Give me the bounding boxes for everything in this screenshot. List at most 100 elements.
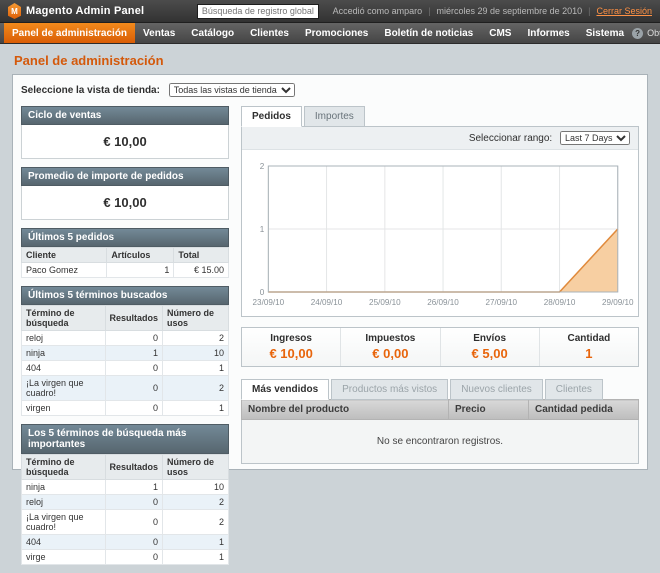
store-view-select[interactable]: Todas las vistas de tienda <box>169 83 295 97</box>
store-view-switcher: Seleccione la vista de tienda: Todas las… <box>21 83 639 97</box>
top-header: M Magento Admin Panel Accedió como ampar… <box>0 0 660 23</box>
total-value: € 10,00 <box>246 346 336 361</box>
column-header: Artículos <box>107 248 174 263</box>
last-orders-block: Últimos 5 pedidos Cliente Artículos Tota… <box>21 228 229 278</box>
svg-text:29/09/10: 29/09/10 <box>602 298 634 307</box>
column-header: Nombre del producto <box>242 400 449 420</box>
table-row[interactable]: reloj 0 2 <box>22 495 229 510</box>
total-envios: Envíos € 5,00 <box>440 328 539 366</box>
nav-item-newsletter[interactable]: Boletín de noticias <box>376 23 481 43</box>
top-search-terms-block: Los 5 términos de búsqueda más important… <box>21 424 229 565</box>
magento-logo-icon: M <box>8 3 21 19</box>
tab-pedidos[interactable]: Pedidos <box>241 106 302 127</box>
cell: 404 <box>22 361 106 376</box>
magento-logo: M Magento Admin Panel <box>8 3 183 19</box>
empty-message: No se encontraron registros. <box>242 420 639 464</box>
total-label: Envíos <box>445 333 535 344</box>
total-value: € 0,00 <box>345 346 435 361</box>
page-title: Panel de administración <box>14 53 646 68</box>
table-row[interactable]: 404 0 1 <box>22 361 229 376</box>
table-row[interactable]: ¡La virgen que cuadro! 0 2 <box>22 510 229 535</box>
store-view-label: Seleccione la vista de tienda: <box>21 85 160 96</box>
cell: 0 <box>105 535 163 550</box>
table-row[interactable]: virgen 0 1 <box>22 401 229 416</box>
total-cantidad: Cantidad 1 <box>539 328 638 366</box>
app-title: Magento Admin Panel <box>26 5 144 17</box>
table-row[interactable]: ninja 1 10 <box>22 346 229 361</box>
column-header: Total <box>174 248 229 263</box>
cell: 2 <box>163 495 229 510</box>
last-search-terms-table: Término de búsqueda Resultados Número de… <box>21 305 229 416</box>
cell: Paco Gomez <box>22 263 107 278</box>
left-column: Ciclo de ventas € 10,00 Promedio de impo… <box>21 106 229 573</box>
svg-text:1: 1 <box>260 225 265 234</box>
table-row[interactable]: 404 0 1 <box>22 535 229 550</box>
cell: 1 <box>105 346 163 361</box>
range-select[interactable]: Last 7 Days <box>560 131 630 145</box>
tab-nuevos-clientes[interactable]: Nuevos clientes <box>450 379 543 400</box>
last-orders-table: Cliente Artículos Total Paco Gomez 1 € 1… <box>21 247 229 278</box>
table-row[interactable]: ¡La virgen que cuadro! 0 2 <box>22 376 229 401</box>
column-header: Número de usos <box>163 455 229 480</box>
nav-item-system[interactable]: Sistema <box>578 23 632 43</box>
last-search-terms-block: Últimos 5 términos buscados Término de b… <box>21 286 229 416</box>
nav-item-dashboard[interactable]: Panel de administración <box>4 23 135 43</box>
cell: 0 <box>105 550 163 565</box>
tab-productos-mas-vistos[interactable]: Productos más vistos <box>331 379 448 400</box>
total-label: Impuestos <box>345 333 435 344</box>
orders-area-chart: 01223/09/1024/09/1025/09/1026/09/1027/09… <box>242 150 638 316</box>
tab-mas-vendidos[interactable]: Más vendidos <box>241 379 329 400</box>
global-search <box>183 4 333 19</box>
cell: ¡La virgen que cuadro! <box>22 376 106 401</box>
nav-item-catalog[interactable]: Catálogo <box>183 23 242 43</box>
total-label: Cantidad <box>544 333 634 344</box>
cell: 0 <box>105 376 163 401</box>
range-bar: Seleccionar rango: Last 7 Days <box>242 127 638 150</box>
column-header: Cantidad pedida <box>529 400 639 420</box>
block-title: Últimos 5 términos buscados <box>21 286 229 305</box>
column-header: Número de usos <box>163 306 229 331</box>
table-row[interactable]: virge 0 1 <box>22 550 229 565</box>
cell: 0 <box>105 401 163 416</box>
cell: 2 <box>163 331 229 346</box>
page-help-link[interactable]: ? Obtener ayuda para esta página <box>632 23 660 43</box>
cell: reloj <box>22 495 106 510</box>
lifetime-sales-block: Ciclo de ventas € 10,00 <box>21 106 229 159</box>
tab-clientes[interactable]: Clientes <box>545 379 603 400</box>
nav-item-reports[interactable]: Informes <box>519 23 577 43</box>
global-search-input[interactable] <box>197 4 319 19</box>
table-row[interactable]: reloj 0 2 <box>22 331 229 346</box>
right-column: Pedidos Importes Seleccionar rango: Last… <box>241 106 639 573</box>
svg-text:0: 0 <box>260 288 265 297</box>
dashboard-panel: Seleccione la vista de tienda: Todas las… <box>12 74 648 470</box>
svg-text:23/09/10: 23/09/10 <box>253 298 285 307</box>
main-nav: Panel de administración Ventas Catálogo … <box>0 23 660 44</box>
total-label: Ingresos <box>246 333 336 344</box>
nav-item-promotions[interactable]: Promociones <box>297 23 376 43</box>
average-orders-block: Promedio de importe de pedidos € 10,00 <box>21 167 229 220</box>
svg-text:27/09/10: 27/09/10 <box>485 298 517 307</box>
table-row[interactable]: ninja 1 10 <box>22 480 229 495</box>
cell: ¡La virgen que cuadro! <box>22 510 106 535</box>
block-title: Últimos 5 pedidos <box>21 228 229 247</box>
empty-row: No se encontraron registros. <box>242 420 639 464</box>
column-header: Término de búsqueda <box>22 455 106 480</box>
session-info: Accedió como amparo | miércoles 29 de se… <box>333 6 652 16</box>
logout-link[interactable]: Cerrar Sesión <box>596 6 652 16</box>
svg-text:26/09/10: 26/09/10 <box>427 298 459 307</box>
bestsellers-tabs: Más vendidos Productos más vistos Nuevos… <box>241 379 639 399</box>
column-header: Precio <box>449 400 529 420</box>
cell: 404 <box>22 535 106 550</box>
nav-item-sales[interactable]: Ventas <box>135 23 183 43</box>
table-row[interactable]: Paco Gomez 1 € 15.00 <box>22 263 229 278</box>
logged-in-as: Accedió como amparo <box>333 6 423 16</box>
totals-bar: Ingresos € 10,00 Impuestos € 0,00 Envíos… <box>241 327 639 367</box>
nav-item-cms[interactable]: CMS <box>481 23 519 43</box>
cell: 0 <box>105 510 163 535</box>
lifetime-sales-value: € 10,00 <box>21 125 229 159</box>
cell: 0 <box>105 495 163 510</box>
current-date: miércoles 29 de septiembre de 2010 <box>437 6 583 16</box>
tab-importes[interactable]: Importes <box>304 106 365 127</box>
nav-item-customers[interactable]: Clientes <box>242 23 297 43</box>
cell: virgen <box>22 401 106 416</box>
